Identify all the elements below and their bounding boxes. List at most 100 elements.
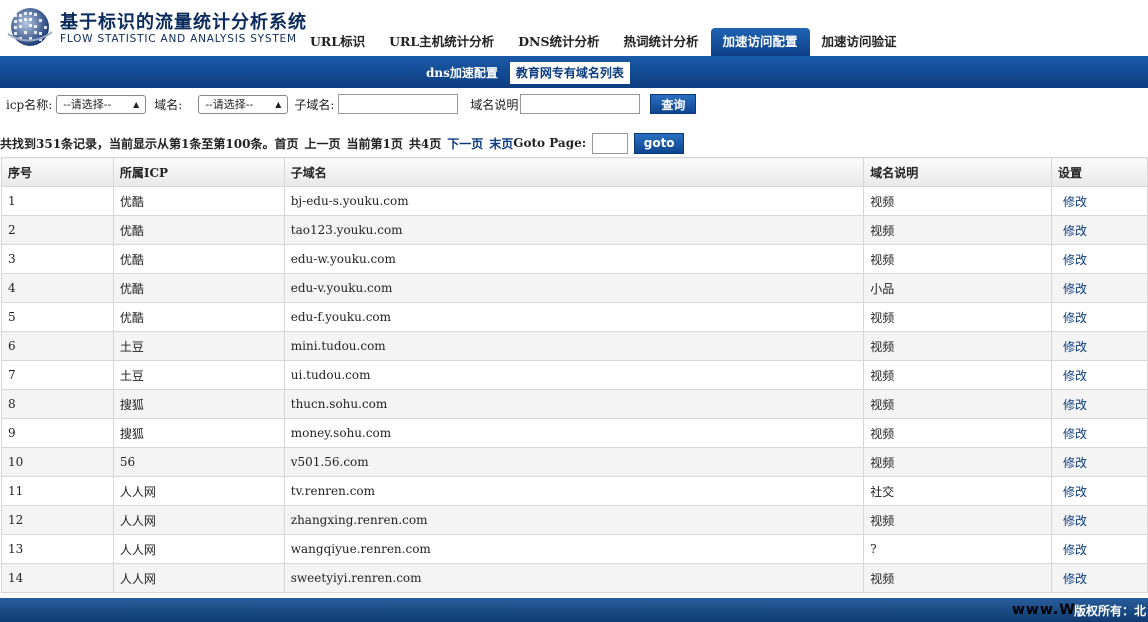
subtab-edu-domain-list[interactable]: 教育网专有域名列表 — [509, 62, 630, 84]
cell-index: 10 — [1, 447, 114, 477]
edit-link[interactable]: 修改 — [1051, 302, 1148, 332]
sub-nav-bar: dns加速配置 教育网专有域名列表 — [0, 56, 1148, 88]
cell-subdomain: ui.tudou.com — [283, 360, 865, 390]
cell-description: 视频 — [863, 360, 1053, 390]
cell-description: 视频 — [863, 505, 1053, 535]
cell-description: 视频 — [863, 418, 1053, 448]
tab-url-host-stats[interactable]: URL主机统计分析 — [377, 28, 506, 56]
last-page-link[interactable]: 末页 — [489, 135, 513, 152]
edit-link[interactable]: 修改 — [1051, 534, 1148, 564]
table-row: 11 人人网 tv.renren.com 社交 修改 — [1, 476, 1148, 506]
watermark: www.W — [1012, 602, 1076, 618]
col-header-subdomain: 子域名 — [283, 157, 865, 187]
icp-select[interactable]: --请选择-- ▲︎ — [56, 94, 147, 114]
table-row: 1 优酷 bj-edu-s.youku.com 视频 修改 — [1, 186, 1148, 216]
tab-hotword-stats[interactable]: 热词统计分析 — [611, 28, 710, 56]
edit-link[interactable]: 修改 — [1051, 244, 1148, 274]
cell-icp: 搜狐 — [112, 389, 285, 419]
copyright-text: 版权所有：北 — [1073, 604, 1146, 618]
table-row: 6 土豆 mini.tudou.com 视频 修改 — [1, 331, 1148, 361]
cell-subdomain: edu-w.youku.com — [283, 244, 865, 274]
table-row: 9 搜狐 money.sohu.com 视频 修改 — [1, 418, 1148, 448]
cell-icp: 人人网 — [112, 505, 285, 535]
cell-index: 2 — [1, 215, 114, 245]
cell-subdomain: zhangxing.renren.com — [283, 505, 865, 535]
cell-icp: 优酷 — [112, 244, 285, 274]
table-row: 5 优酷 edu-f.youku.com 视频 修改 — [1, 302, 1148, 332]
tab-dns-stats[interactable]: DNS统计分析 — [506, 28, 611, 56]
cell-icp: 优酷 — [112, 215, 285, 245]
goto-button[interactable]: goto — [634, 132, 685, 154]
cell-subdomain: sweetyiyi.renren.com — [283, 563, 865, 593]
cell-description: 社交 — [863, 476, 1053, 506]
table-row: 2 优酷 tao123.youku.com 视频 修改 — [1, 215, 1148, 245]
cell-index: 9 — [1, 418, 114, 448]
domain-desc-input[interactable] — [520, 94, 641, 114]
table-row: 14 人人网 sweetyiyi.renren.com 视频 修改 — [1, 563, 1148, 593]
edit-link[interactable]: 修改 — [1051, 476, 1148, 506]
tab-accel-config[interactable]: 加速访问配置 — [710, 28, 810, 56]
cell-subdomain: v501.56.com — [283, 447, 865, 477]
domain-select[interactable]: --请选择-- ▲︎ — [198, 94, 289, 114]
domain-table: 序号 所属ICP 子域名 域名说明 设置 1 优酷 bj-edu-s.youku.c… — [1, 157, 1148, 593]
prev-page-link[interactable]: 上一页 — [304, 135, 340, 152]
cell-icp: 搜狐 — [112, 418, 285, 448]
icp-label: icp名称: — [6, 97, 53, 112]
table-row: 7 土豆 ui.tudou.com 视频 修改 — [1, 360, 1148, 390]
pager: 共找到351条记录，当前显示从第1条至第100条。 首页 上一页 当前第1页 共… — [0, 132, 1148, 154]
edit-link[interactable]: 修改 — [1051, 186, 1148, 216]
edit-link[interactable]: 修改 — [1051, 331, 1148, 361]
tab-accel-verify[interactable]: 加速访问验证 — [810, 28, 909, 56]
filter-bar: icp名称: --请选择-- ▲︎ 域名: --请选择-- ▲︎ 子域名: 域名… — [0, 92, 1148, 116]
header: 基于标识的流量统计分析系统 FLOW STATISTIC AND ANALYSI… — [0, 0, 1148, 56]
cell-subdomain: thucn.sohu.com — [283, 389, 865, 419]
edit-link[interactable]: 修改 — [1051, 389, 1148, 419]
edit-link[interactable]: 修改 — [1051, 360, 1148, 390]
edit-link[interactable]: 修改 — [1051, 273, 1148, 303]
domain-desc-label: 域名说明 — [470, 97, 519, 112]
record-summary: 共找到351条记录，当前显示从第1条至第100条。 — [0, 136, 275, 151]
tab-url-mark[interactable]: URL标识 — [298, 28, 377, 56]
cell-index: 12 — [1, 505, 114, 535]
cell-index: 8 — [1, 389, 114, 419]
col-header-description: 域名说明 — [863, 157, 1053, 187]
cell-index: 7 — [1, 360, 114, 390]
cell-subdomain: tv.renren.com — [283, 476, 865, 506]
cell-description: ? — [863, 534, 1053, 564]
cell-index: 14 — [1, 563, 114, 593]
edit-link[interactable]: 修改 — [1051, 447, 1148, 477]
cell-icp: 土豆 — [112, 360, 285, 390]
cell-subdomain: bj-edu-s.youku.com — [283, 186, 865, 216]
cell-subdomain: wangqiyue.renren.com — [283, 534, 865, 564]
edit-link[interactable]: 修改 — [1051, 215, 1148, 245]
edit-link[interactable]: 修改 — [1051, 505, 1148, 535]
icp-select-value: --请选择-- — [63, 98, 112, 111]
table-row: 8 搜狐 thucn.sohu.com 视频 修改 — [1, 389, 1148, 419]
cell-description: 视频 — [863, 563, 1053, 593]
chevron-down-icon: ▲︎ — [133, 99, 140, 109]
cell-icp: 优酷 — [112, 273, 285, 303]
cell-index: 11 — [1, 476, 114, 506]
cell-index: 1 — [1, 186, 114, 216]
goto-page-input[interactable] — [592, 132, 629, 154]
table-row: 13 人人网 wangqiyue.renren.com? 修改 — [1, 534, 1148, 564]
subtab-dns-accel[interactable]: dns加速配置 — [420, 62, 504, 84]
col-header-icp: 所属ICP — [112, 157, 285, 187]
col-header-settings: 设置 — [1051, 157, 1148, 187]
footer: 版权所有：北 — [0, 598, 1148, 622]
main-nav: URL标识 URL主机统计分析 DNS统计分析 热词统计分析 加速访问配置 加速… — [298, 28, 909, 56]
goto-label: Goto Page: — [513, 136, 587, 150]
first-page-link[interactable]: 首页 — [274, 135, 298, 152]
domain-select-value: --请选择-- — [205, 98, 254, 111]
current-page: 当前第1页 — [346, 136, 403, 151]
next-page-link[interactable]: 下一页 — [447, 135, 483, 152]
cell-description: 视频 — [863, 447, 1053, 477]
query-button[interactable]: 查询 — [650, 94, 697, 114]
table-header-row: 序号 所属ICP 子域名 域名说明 设置 — [1, 157, 1148, 187]
cell-description: 小品 — [863, 273, 1053, 303]
cell-icp: 人人网 — [112, 563, 285, 593]
edit-link[interactable]: 修改 — [1051, 418, 1148, 448]
cell-description: 视频 — [863, 244, 1053, 274]
edit-link[interactable]: 修改 — [1051, 563, 1148, 593]
subdomain-input[interactable] — [338, 94, 459, 114]
